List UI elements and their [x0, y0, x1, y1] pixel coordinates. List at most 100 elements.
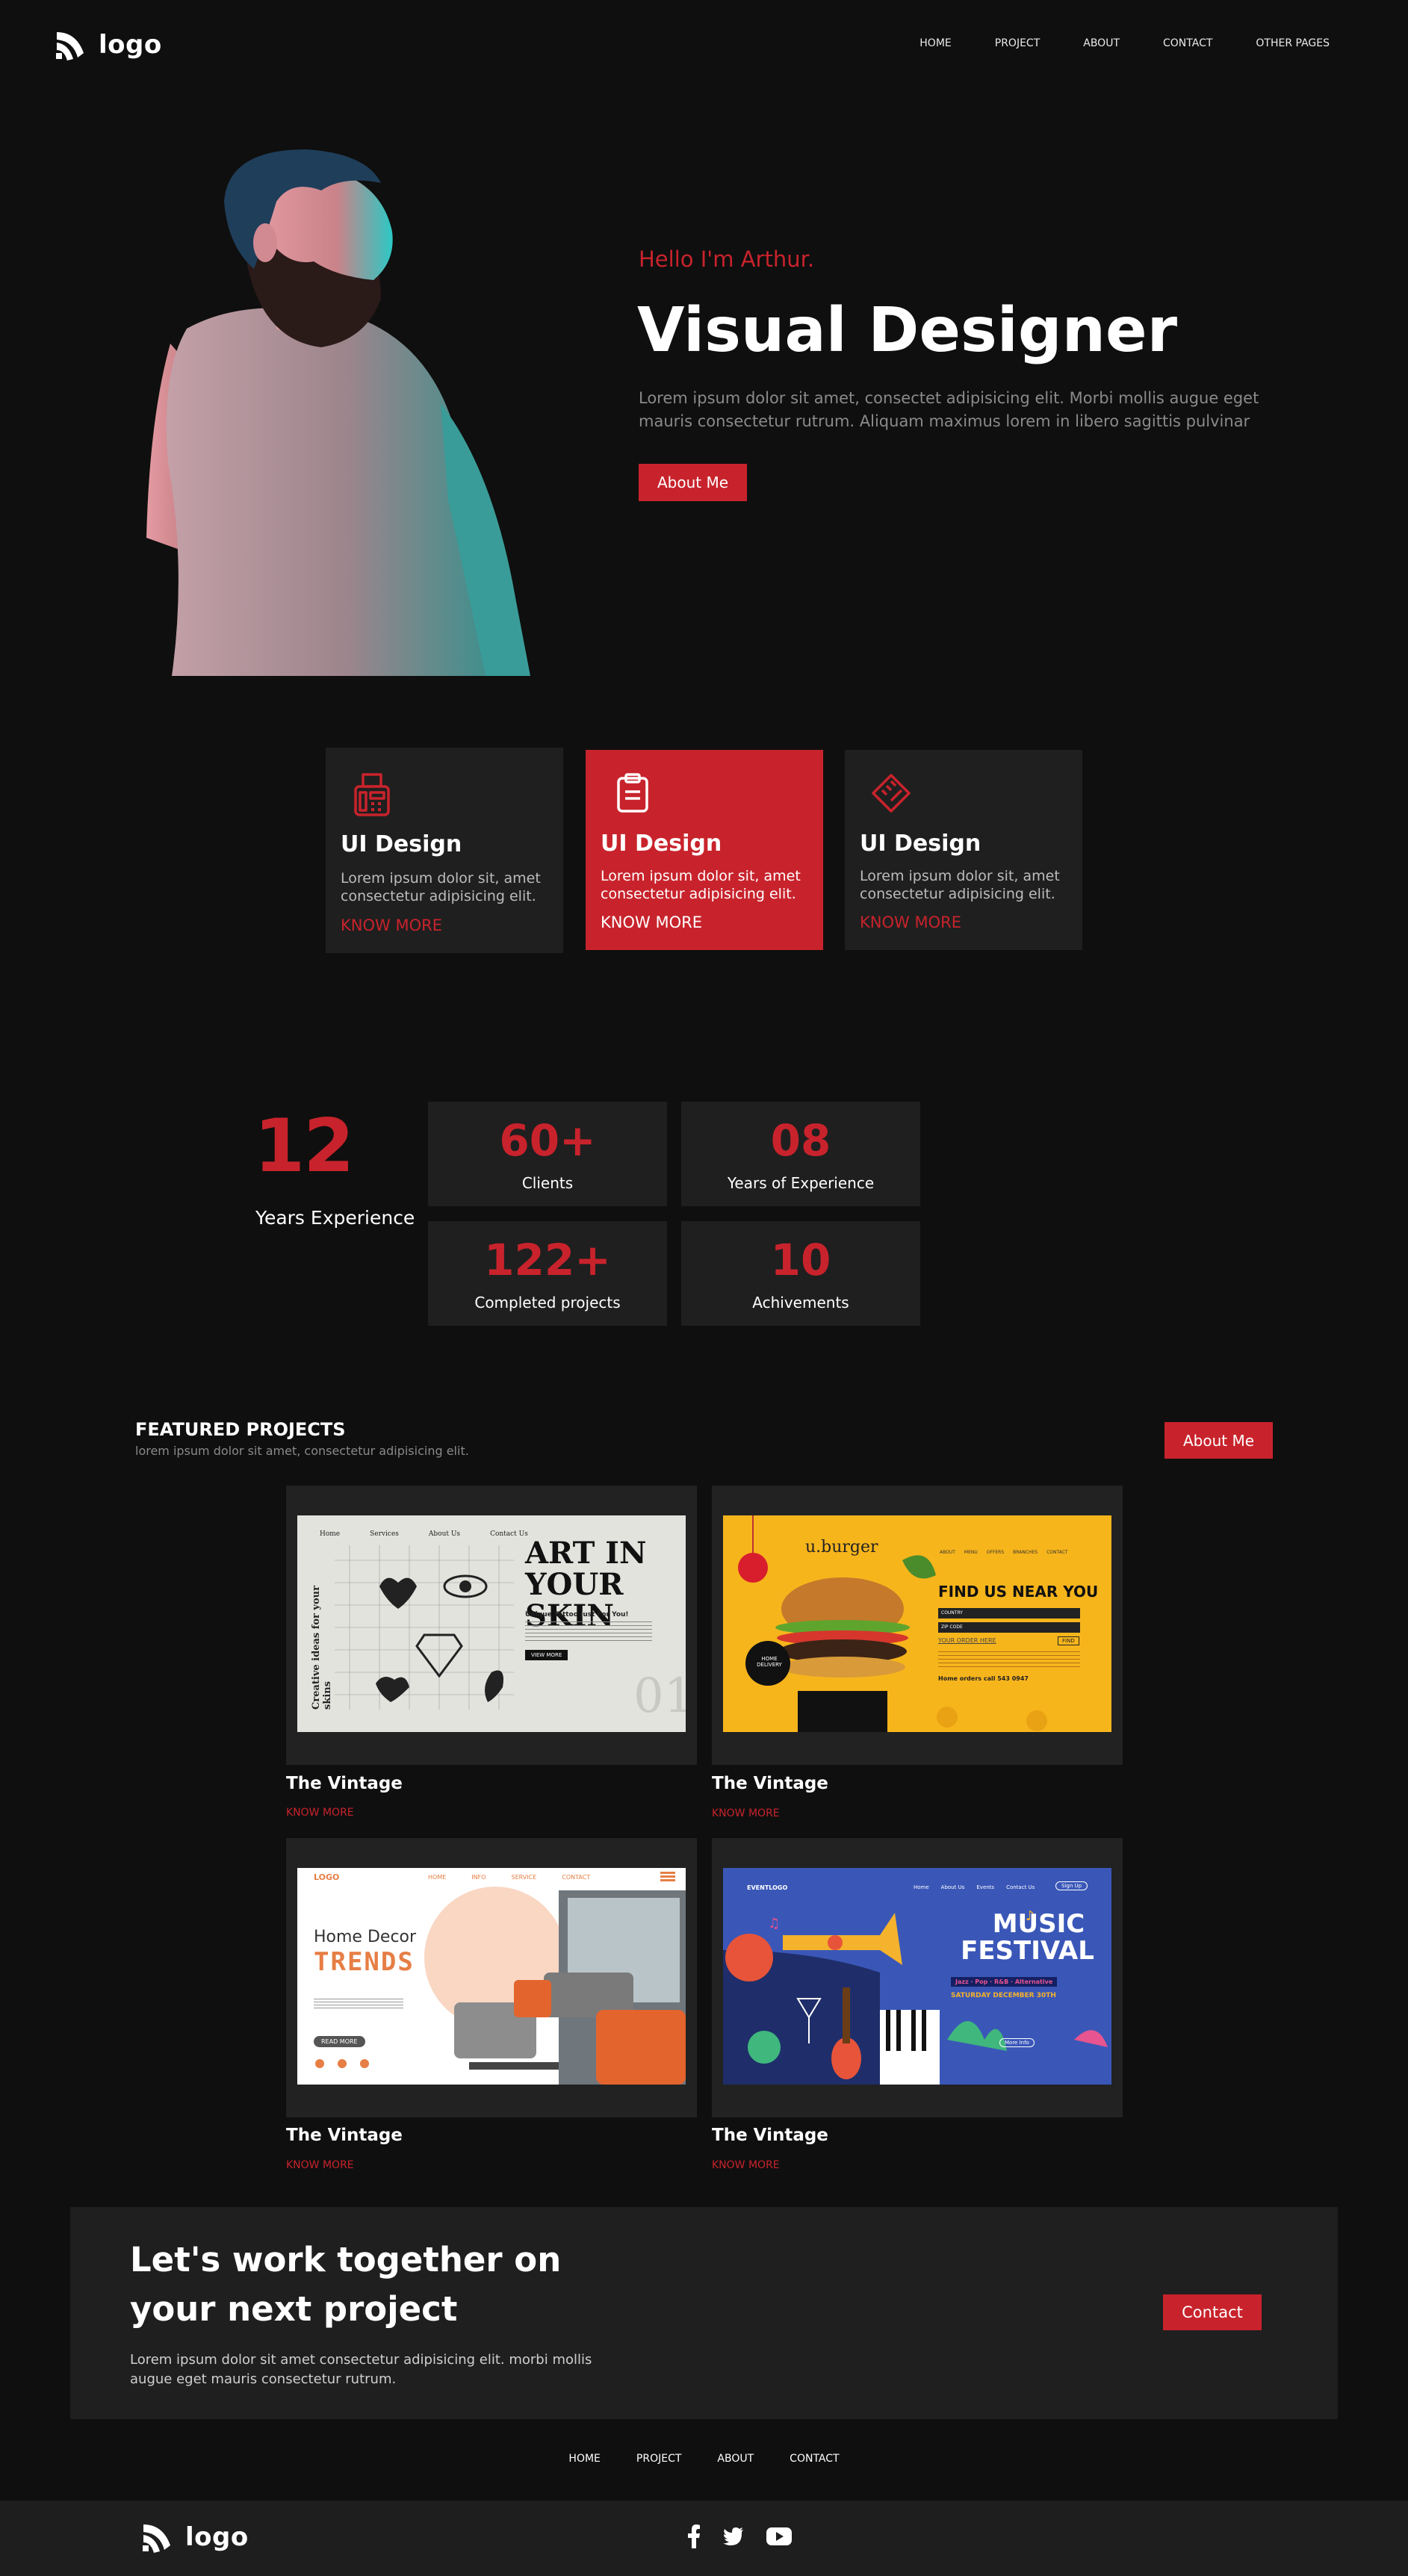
footer-logo[interactable]: logo	[140, 2520, 249, 2554]
project-screenshot-music-festival: EVENTLOGO Home About Us Events Contact U…	[723, 1868, 1111, 2085]
stat-card: 122+ Completed projects	[428, 1221, 667, 1326]
shot-subhead: Unique Tattoo Just For You!	[525, 1611, 629, 1618]
service-text: Lorem ipsum dolor sit, amet consectetur …	[860, 868, 1060, 902]
project-know-more-link[interactable]: KNOW MORE	[712, 1807, 780, 1819]
project-name: The Vintage	[286, 2126, 403, 2145]
shot-big-number: 01	[633, 1669, 686, 1724]
footer-nav-contact[interactable]: CONTACT	[790, 2453, 839, 2465]
cta-section: Let's work together on your next project…	[70, 2207, 1338, 2419]
shot-view-more-button: VIEW MORE	[525, 1650, 568, 1660]
nav-contact[interactable]: CONTACT	[1163, 37, 1212, 49]
shot-phone: Home orders call 543 0947	[938, 1675, 1029, 1682]
shot-headline-2: FESTIVAL	[961, 1936, 1094, 1966]
music-instruments-illustration: ♪ ♫	[723, 1908, 1108, 2085]
project-know-more-link[interactable]: KNOW MORE	[286, 2159, 354, 2171]
logo-text: logo	[185, 2522, 249, 2552]
twitter-icon[interactable]	[723, 2527, 744, 2545]
stat-card: 60+ Clients	[428, 1102, 667, 1206]
cta-title: Let's work together on your next project	[130, 2240, 562, 2329]
footer-bar: logo	[0, 2501, 1408, 2576]
shot-country-field: COUNTRY	[938, 1608, 1080, 1618]
shot-genres: Jazz · Pop · R&B · Alternative	[951, 1977, 1058, 1987]
project-card-2[interactable]: u.burger ABOUT MENU OFFERS BRANCHES CONT…	[712, 1486, 1123, 1765]
shot-side-text: Creative ideas for your skins	[311, 1586, 333, 1710]
shot-headline-2: TRENDS	[314, 1947, 415, 1977]
service-card-3[interactable]: UI Design Lorem ipsum dolor sit, amet co…	[845, 750, 1082, 950]
project-know-more-link[interactable]: KNOW MORE	[286, 1807, 354, 1819]
shot-headline-1: MUSIC	[992, 1909, 1085, 1939]
stat-value: 60+	[499, 1115, 596, 1166]
project-screenshot-tattoo: Home Services About Us Contact Us Creati…	[297, 1515, 686, 1732]
service-card-1[interactable]: UI Design Lorem ipsum dolor sit, amet co…	[326, 748, 563, 953]
shot-nav-item: Services	[370, 1530, 399, 1538]
logo-mark-icon	[56, 32, 84, 60]
project-name: The Vintage	[712, 1774, 828, 1793]
hero-title: Visual Designer	[637, 295, 1178, 366]
nav-other-pages[interactable]: OTHER PAGES	[1256, 37, 1330, 49]
service-know-more-link[interactable]: KNOW MORE	[601, 913, 702, 931]
social-links	[687, 2524, 792, 2548]
project-name: The Vintage	[286, 1774, 403, 1793]
project-card-1[interactable]: Home Services About Us Contact Us Creati…	[286, 1486, 697, 1765]
shot-headline-1: Home Decor	[314, 1928, 417, 1946]
featured-title: FEATURED PROJECTS	[135, 1419, 346, 1440]
footer-nav-project[interactable]: PROJECT	[636, 2453, 682, 2465]
project-name: The Vintage	[712, 2126, 828, 2145]
hero-description: Lorem ipsum dolor sit amet, consectet ad…	[639, 389, 1259, 430]
nav-about[interactable]: ABOUT	[1083, 37, 1120, 49]
project-card-4[interactable]: EVENTLOGO Home About Us Events Contact U…	[712, 1838, 1123, 2117]
project-screenshot-home-decor: LOGO HOME INFO SERVICE CONTACT Home Deco…	[297, 1868, 686, 2085]
stat-card: 10 Achivements	[681, 1221, 920, 1326]
tattoo-flash-grid-illustration	[335, 1545, 514, 1710]
youtube-icon[interactable]	[766, 2527, 792, 2545]
footer-nav-about[interactable]: ABOUT	[717, 2453, 754, 2465]
footer-nav: HOME PROJECT ABOUT CONTACT	[0, 2453, 1408, 2465]
clipboard-icon	[617, 773, 648, 813]
shot-paragraph-lines	[525, 1621, 652, 1641]
shot-paragraph-lines	[938, 1651, 1080, 1668]
shot-read-more-button: READ MORE	[314, 2036, 365, 2047]
shot-find-button: FIND	[1058, 1636, 1079, 1645]
experience-number: 12	[254, 1104, 354, 1189]
nav-project[interactable]: PROJECT	[995, 37, 1041, 49]
logo-text: logo	[99, 30, 162, 60]
header-logo[interactable]: logo	[54, 28, 162, 62]
service-title: UI Design	[860, 831, 981, 857]
shot-nav-item: Contact Us	[490, 1530, 528, 1538]
about-me-button[interactable]: About Me	[639, 464, 747, 501]
contact-button[interactable]: Contact	[1163, 2294, 1262, 2330]
shot-order-label: YOUR ORDER HERE	[938, 1637, 996, 1644]
stat-card: 08 Years of Experience	[681, 1102, 920, 1206]
project-card-3[interactable]: LOGO HOME INFO SERVICE CONTACT Home Deco…	[286, 1838, 697, 2117]
shot-social-icon	[338, 2059, 347, 2068]
cta-text: Lorem ipsum dolor sit amet consectetur a…	[130, 2352, 592, 2387]
shot-date: SATURDAY DECEMBER 30TH	[951, 1992, 1056, 1999]
stat-value: 08	[770, 1115, 831, 1166]
service-know-more-link[interactable]: KNOW MORE	[341, 916, 442, 934]
ruler-pencil-icon	[872, 774, 911, 813]
facebook-icon[interactable]	[687, 2524, 701, 2548]
footer-nav-home[interactable]: HOME	[568, 2453, 600, 2465]
stat-label: Years of Experience	[727, 1174, 875, 1192]
featured-subtitle: lorem ipsum dolor sit amet, consectetur …	[135, 1444, 469, 1458]
nav-home[interactable]: HOME	[919, 37, 951, 49]
stat-value: 10	[770, 1235, 831, 1285]
project-screenshot-burger: u.burger ABOUT MENU OFFERS BRANCHES CONT…	[723, 1515, 1111, 1732]
featured-about-me-button[interactable]: About Me	[1164, 1422, 1273, 1459]
stat-label: Completed projects	[474, 1294, 621, 1312]
service-title: UI Design	[601, 831, 722, 857]
svg-text:♫: ♫	[768, 1916, 780, 1931]
shot-social-icon	[360, 2059, 369, 2068]
project-know-more-link[interactable]: KNOW MORE	[712, 2159, 780, 2171]
shot-social-icon	[315, 2059, 324, 2068]
service-know-more-link[interactable]: KNOW MORE	[860, 913, 961, 931]
hero-portrait-image	[146, 149, 530, 676]
shot-nav-item: About Us	[428, 1530, 461, 1538]
stat-label: Clients	[521, 1174, 574, 1192]
service-text: Lorem ipsum dolor sit, amet consectetur …	[601, 868, 801, 902]
shot-zip-field: ZIP CODE	[938, 1622, 1080, 1633]
main-nav: HOME PROJECT ABOUT CONTACT OTHER PAGES	[919, 37, 1330, 49]
shot-headline: FIND US NEAR YOU	[938, 1583, 1099, 1601]
service-card-2[interactable]: UI Design Lorem ipsum dolor sit, amet co…	[586, 750, 823, 950]
stat-value: 122+	[484, 1235, 611, 1285]
